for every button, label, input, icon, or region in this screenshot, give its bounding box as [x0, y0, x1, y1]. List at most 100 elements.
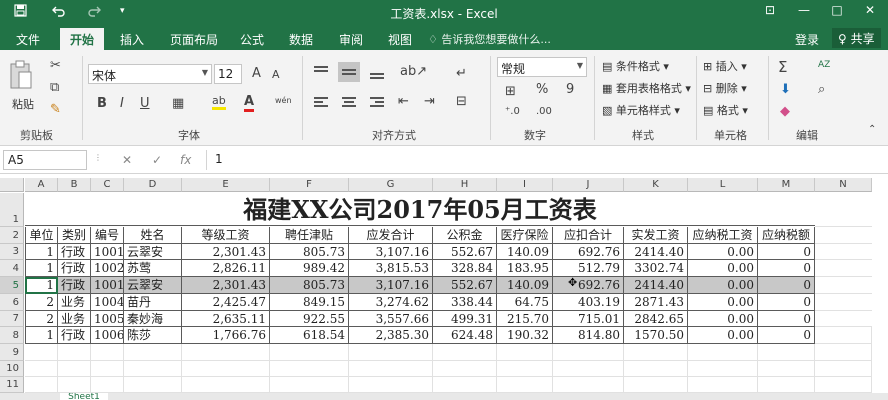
table-cell[interactable]: 陈莎 [124, 327, 182, 344]
column-header-m[interactable]: M [758, 178, 815, 192]
column-header-i[interactable]: I [497, 178, 553, 192]
tell-me-search[interactable]: ♢ 告诉我您想要做什么... [428, 31, 551, 47]
column-header-l[interactable]: L [688, 178, 758, 192]
table-cell[interactable]: 3,274.62 [349, 294, 433, 311]
table-cell[interactable]: 2,635.11 [182, 311, 270, 327]
close-button[interactable]: ✕ [856, 3, 884, 17]
cut-icon[interactable]: ✂ [50, 58, 61, 73]
merge-center-icon[interactable]: ⊟ [456, 94, 467, 109]
insert-function-icon[interactable]: fx [180, 153, 191, 167]
tab-view[interactable]: 视图 [388, 31, 412, 48]
increase-decimal-icon[interactable]: ⁺.0 [505, 106, 520, 117]
font-color-icon[interactable]: A [244, 94, 255, 112]
table-cell[interactable]: 0.00 [688, 244, 758, 260]
tab-formulas[interactable]: 公式 [240, 31, 264, 48]
table-cell[interactable]: 0 [758, 244, 815, 260]
maximize-button[interactable]: □ [823, 3, 851, 17]
share-button[interactable]: ♀ 共享 [832, 28, 881, 48]
table-cell[interactable]: 2,385.30 [349, 327, 433, 344]
table-cell[interactable]: 1,766.76 [182, 327, 270, 344]
table-cell[interactable]: 715.01 [553, 311, 624, 327]
decrease-indent-icon[interactable]: ⇤ [398, 94, 409, 109]
select-all-corner[interactable] [0, 178, 24, 192]
table-cell[interactable]: 140.09 [497, 244, 553, 260]
table-cell[interactable]: 行政 [58, 260, 91, 277]
table-cell[interactable]: 2,425.47 [182, 294, 270, 311]
sign-in-link[interactable]: 登录 [795, 31, 819, 48]
copy-icon[interactable]: ⧉ [50, 80, 59, 95]
table-cell[interactable]: 403.19 [553, 294, 624, 311]
delete-cells-button[interactable]: ⊟ 删除 ▾ [703, 80, 747, 96]
align-top-icon[interactable] [310, 62, 332, 82]
table-cell[interactable]: 1 [25, 260, 58, 277]
tab-page-layout[interactable]: 页面布局 [170, 31, 218, 48]
column-header-j[interactable]: J [553, 178, 624, 192]
table-cell[interactable]: 1005 [91, 311, 124, 327]
shrink-font-icon[interactable]: A [272, 68, 280, 81]
table-cell[interactable]: 1 [25, 244, 58, 260]
tab-insert[interactable]: 插入 [120, 31, 144, 48]
table-cell[interactable]: 秦妙海 [124, 311, 182, 327]
header-cell[interactable]: 单位 [25, 227, 58, 244]
align-bottom-icon[interactable] [366, 62, 388, 82]
column-header-e[interactable]: E [182, 178, 270, 192]
format-as-table-button[interactable]: ▦ 套用表格格式 ▾ [602, 80, 691, 96]
table-cell[interactable]: 1001 [91, 277, 124, 294]
table-cell[interactable]: 692.76 [553, 277, 624, 294]
find-select-icon[interactable]: ⌕ [818, 82, 825, 97]
header-cell[interactable]: 公积金 [433, 227, 497, 244]
table-cell[interactable]: 0.00 [688, 311, 758, 327]
fill-icon[interactable]: ⬇ [780, 82, 791, 97]
increase-indent-icon[interactable]: ⇥ [424, 94, 435, 109]
underline-button[interactable]: U [140, 96, 150, 111]
orientation-icon[interactable]: ab↗ [400, 64, 427, 79]
table-cell[interactable]: 行政 [58, 244, 91, 260]
column-header-g[interactable]: G [349, 178, 433, 192]
column-header-d[interactable]: D [124, 178, 182, 192]
table-cell[interactable]: 814.80 [553, 327, 624, 344]
minimize-button[interactable]: — [790, 3, 818, 17]
column-header-h[interactable]: H [433, 178, 497, 192]
column-header-k[interactable]: K [624, 178, 688, 192]
table-cell[interactable]: 1 [25, 327, 58, 344]
grow-font-icon[interactable]: A [252, 66, 261, 81]
table-cell[interactable]: 922.55 [270, 311, 349, 327]
table-cell[interactable]: 0 [758, 294, 815, 311]
table-cell[interactable]: 0.00 [688, 294, 758, 311]
table-cell[interactable]: 849.15 [270, 294, 349, 311]
row-header-2[interactable]: 2 [0, 227, 24, 244]
table-cell[interactable]: 0.00 [688, 327, 758, 344]
column-header-a[interactable]: A [25, 178, 58, 192]
header-cell[interactable]: 等级工资 [182, 227, 270, 244]
table-cell[interactable]: 1 [25, 277, 58, 294]
table-cell[interactable]: 云翠安 [124, 244, 182, 260]
ribbon-display-icon[interactable]: ⊡ [756, 3, 784, 17]
header-cell[interactable]: 实发工资 [624, 227, 688, 244]
table-cell[interactable]: 512.79 [553, 260, 624, 277]
column-header-c[interactable]: C [91, 178, 124, 192]
percent-button[interactable]: % [536, 82, 548, 97]
row-header-9[interactable]: 9 [0, 344, 24, 361]
table-cell[interactable]: 1570.50 [624, 327, 688, 344]
table-cell[interactable]: 苏莺 [124, 260, 182, 277]
row-header-10[interactable]: 10 [0, 361, 24, 377]
table-cell[interactable]: 行政 [58, 277, 91, 294]
row-header-5[interactable]: 5 [0, 277, 24, 294]
insert-cells-button[interactable]: ⊞ 插入 ▾ [703, 58, 747, 74]
table-cell[interactable]: 183.95 [497, 260, 553, 277]
table-cell[interactable]: 2414.40 [624, 277, 688, 294]
table-cell[interactable]: 215.70 [497, 311, 553, 327]
table-cell[interactable]: 2 [25, 294, 58, 311]
tab-review[interactable]: 审阅 [339, 31, 363, 48]
border-icon[interactable]: ▦ [172, 96, 184, 111]
table-cell[interactable]: 3,107.16 [349, 277, 433, 294]
table-cell[interactable]: 云翠安 [124, 277, 182, 294]
table-cell[interactable]: 338.44 [433, 294, 497, 311]
decrease-decimal-icon[interactable]: .00 [536, 106, 552, 117]
format-painter-icon[interactable]: ✎ [50, 102, 61, 117]
table-cell[interactable]: 0 [758, 277, 815, 294]
table-cell[interactable]: 行政 [58, 327, 91, 344]
align-left-icon[interactable] [310, 92, 332, 112]
table-cell[interactable]: 1004 [91, 294, 124, 311]
table-cell[interactable]: 499.31 [433, 311, 497, 327]
